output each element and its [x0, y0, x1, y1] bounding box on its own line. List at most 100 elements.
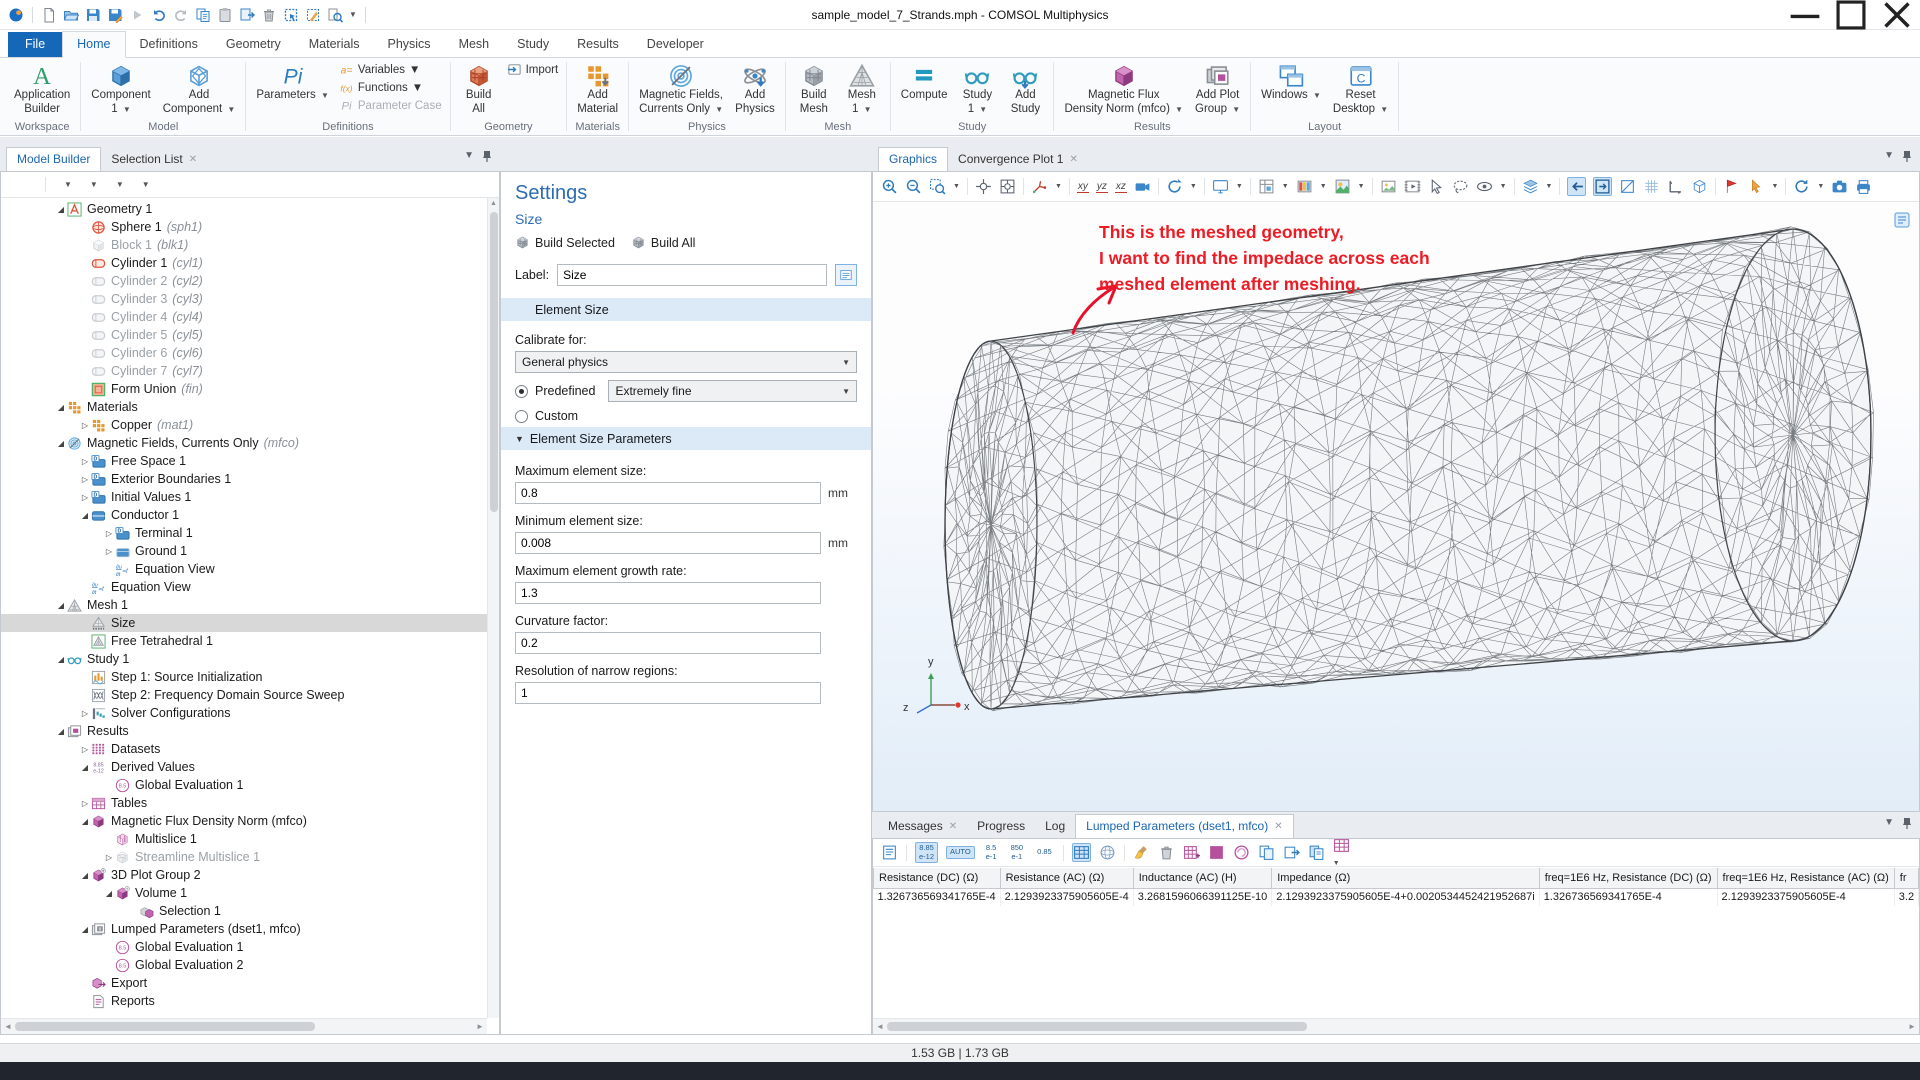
tree-item-equation-view[interactable]: ∂u∂t=fEquation View: [1, 560, 487, 578]
copy-icon[interactable]: [195, 7, 211, 23]
swirl-icon[interactable]: [1233, 844, 1250, 861]
plot-clipboard-icon[interactable]: [1893, 211, 1911, 232]
zoom-box-icon[interactable]: [929, 178, 946, 195]
broom-icon[interactable]: [1133, 844, 1150, 861]
tree-item-volume-1[interactable]: ◢Volume 1: [1, 884, 487, 902]
movie-icon[interactable]: [1404, 178, 1421, 195]
close-icon[interactable]: ✕: [1069, 154, 1077, 165]
custom-radio[interactable]: [515, 410, 528, 423]
model-builder-tab-model-builder[interactable]: Model Builder: [6, 147, 101, 172]
rotate-icon[interactable]: [1166, 178, 1183, 195]
decimal-icon[interactable]: 0.85: [1034, 847, 1055, 857]
duplicate-icon[interactable]: [239, 7, 255, 23]
color-icon[interactable]: [1296, 178, 1313, 195]
plotset-icon[interactable]: [1258, 178, 1275, 195]
tree-item-cylinder-5[interactable]: Cylinder 5(cyl5): [1, 326, 487, 344]
tree-item-copper[interactable]: ▷Copper(mat1): [1, 416, 487, 434]
tree-item-geometry-1[interactable]: ◢Geometry 1: [1, 200, 487, 218]
field-input-2[interactable]: [515, 582, 821, 604]
chevron-down-icon[interactable]: ▼: [1884, 817, 1894, 832]
box-icon[interactable]: [1691, 178, 1708, 195]
collapsed-arrow-icon[interactable]: ▷: [79, 457, 91, 466]
auto-format-icon[interactable]: AUTO: [946, 846, 975, 858]
collapsed-arrow-icon[interactable]: ▷: [79, 709, 91, 718]
chevron-down-icon[interactable]: ▼: [349, 10, 357, 19]
ribbon-button-parameters[interactable]: PiParameters ▼: [250, 60, 335, 104]
tree-item-cylinder-4[interactable]: Cylinder 4(cyl4): [1, 308, 487, 326]
ribbon-tab-study[interactable]: Study: [503, 32, 563, 57]
messages-tab-messages[interactable]: Messages✕: [878, 815, 967, 838]
tree-item-exterior-boundaries-1[interactable]: ▷DExterior Boundaries 1: [1, 470, 487, 488]
zoom-in-icon[interactable]: [881, 178, 898, 195]
collapsed-arrow-icon[interactable]: ▷: [79, 799, 91, 808]
arrow-left-on-icon[interactable]: [1567, 177, 1586, 196]
ribbon-button-magnetic-fields-currents-only[interactable]: Magnetic Fields,Currents Only ▼: [633, 60, 729, 117]
collapsed-arrow-icon[interactable]: ▷: [79, 421, 91, 430]
tree-item-selection-1[interactable]: Selection 1: [1, 902, 487, 920]
ribbon-tab-materials[interactable]: Materials: [295, 32, 374, 57]
calibrate-for-select[interactable]: General physics▼: [515, 351, 857, 373]
ribbon-button-import[interactable]: Import: [507, 62, 559, 77]
draw-icon[interactable]: [305, 7, 321, 23]
tree-item-mesh-1[interactable]: ◢Mesh 1: [1, 596, 487, 614]
expanded-arrow-icon[interactable]: ◢: [79, 871, 91, 880]
tree-item-materials[interactable]: ◢Materials: [1, 398, 487, 416]
ribbon-button-mesh-1[interactable]: Mesh1 ▼: [838, 60, 886, 117]
zoom-out-icon[interactable]: [905, 178, 922, 195]
ribbon-button-add-component[interactable]: AddComponent ▼: [157, 60, 242, 117]
close-icon[interactable]: ✕: [1274, 821, 1282, 832]
chevron-down-icon[interactable]: ▼: [1190, 183, 1197, 190]
tree-item-free-space-1[interactable]: ▷DFree Space 1: [1, 452, 487, 470]
ribbon-tab-home[interactable]: Home: [62, 31, 125, 58]
collapsed-arrow-icon[interactable]: ▷: [79, 475, 91, 484]
ribbon-tab-results[interactable]: Results: [563, 32, 633, 57]
tree-item-size[interactable]: Size: [1, 614, 487, 632]
maximize-button[interactable]: [1828, 0, 1874, 30]
grid-icon[interactable]: [1643, 178, 1660, 195]
save-icon[interactable]: [85, 7, 101, 23]
tree-item-multislice-1[interactable]: Multislice 1: [1, 830, 487, 848]
tree-item-global-evaluation-1[interactable]: 8.5Global Evaluation 1: [1, 938, 487, 956]
collapsed-arrow-icon[interactable]: ▷: [79, 745, 91, 754]
build-all-button[interactable]: Build All: [631, 235, 695, 250]
field-input-3[interactable]: [515, 632, 821, 654]
field-input-0[interactable]: [515, 482, 821, 504]
clip-icon[interactable]: [1619, 178, 1636, 195]
tree-item-conductor-1[interactable]: ◢Conductor 1: [1, 506, 487, 524]
build-selected-button[interactable]: Build Selected: [515, 235, 615, 250]
ribbon-button-add-plot-group[interactable]: Add PlotGroup ▼: [1189, 60, 1246, 117]
tree-item-step-1-source-initialization[interactable]: Step 1: Source Initialization: [1, 668, 487, 686]
messages-tab-lumped-parameters-dset1-mfco-[interactable]: Lumped Parameters (dset1, mfco)✕: [1075, 814, 1293, 839]
tree-item-datasets[interactable]: ▷Datasets: [1, 740, 487, 758]
trash-icon[interactable]: [1158, 844, 1175, 861]
rename-button[interactable]: [835, 264, 857, 286]
play-icon[interactable]: [129, 7, 145, 23]
chevron-down-icon[interactable]: ▼: [1500, 183, 1507, 190]
chevron-down-icon[interactable]: ▼: [142, 180, 150, 189]
tree-item-equation-view[interactable]: ∂u∂t=fEquation View: [1, 578, 487, 596]
table-horizontal-scrollbar[interactable]: ◄►: [873, 1018, 1919, 1034]
engineering-icon[interactable]: 850 e-1: [1008, 843, 1027, 862]
scientific-icon[interactable]: 8.5 e-1: [983, 843, 1000, 862]
duplicate-table-icon[interactable]: [1308, 844, 1325, 861]
table-row[interactable]: 1.326736569341765E-42.1293923375905605E-…: [874, 888, 1919, 906]
select-region-icon[interactable]: [283, 7, 299, 23]
messages-tab-log[interactable]: Log: [1035, 815, 1075, 838]
ribbon-button-magnetic-flux-density-norm-mfco-[interactable]: Magnetic FluxDensity Norm (mfco) ▼: [1058, 60, 1189, 117]
label-input[interactable]: [557, 264, 827, 286]
tree-item-export[interactable]: Export: [1, 974, 487, 992]
collapsed-arrow-icon[interactable]: ▷: [103, 853, 115, 862]
export-table-icon[interactable]: [1283, 844, 1300, 861]
ribbon-button-variables[interactable]: a=Variables ▼: [339, 62, 442, 77]
tree-item-step-2-frequency-domain-source-sweep[interactable]: Step 2: Frequency Domain Source Sweep: [1, 686, 487, 704]
expanded-arrow-icon[interactable]: ◢: [79, 511, 91, 520]
collapsed-arrow-icon[interactable]: ▷: [103, 547, 115, 556]
ribbon-button-reset-desktop[interactable]: CResetDesktop ▼: [1327, 60, 1394, 117]
chevron-down-icon[interactable]: ▼: [1358, 183, 1365, 190]
redo-icon[interactable]: [173, 7, 189, 23]
chevron-down-icon[interactable]: ▼: [464, 150, 474, 165]
pin-icon[interactable]: [482, 150, 492, 165]
section-element-size[interactable]: Element Size: [501, 298, 871, 321]
chevron-down-icon[interactable]: ▼: [953, 183, 960, 190]
chevron-down-icon[interactable]: ▼: [1771, 183, 1778, 190]
